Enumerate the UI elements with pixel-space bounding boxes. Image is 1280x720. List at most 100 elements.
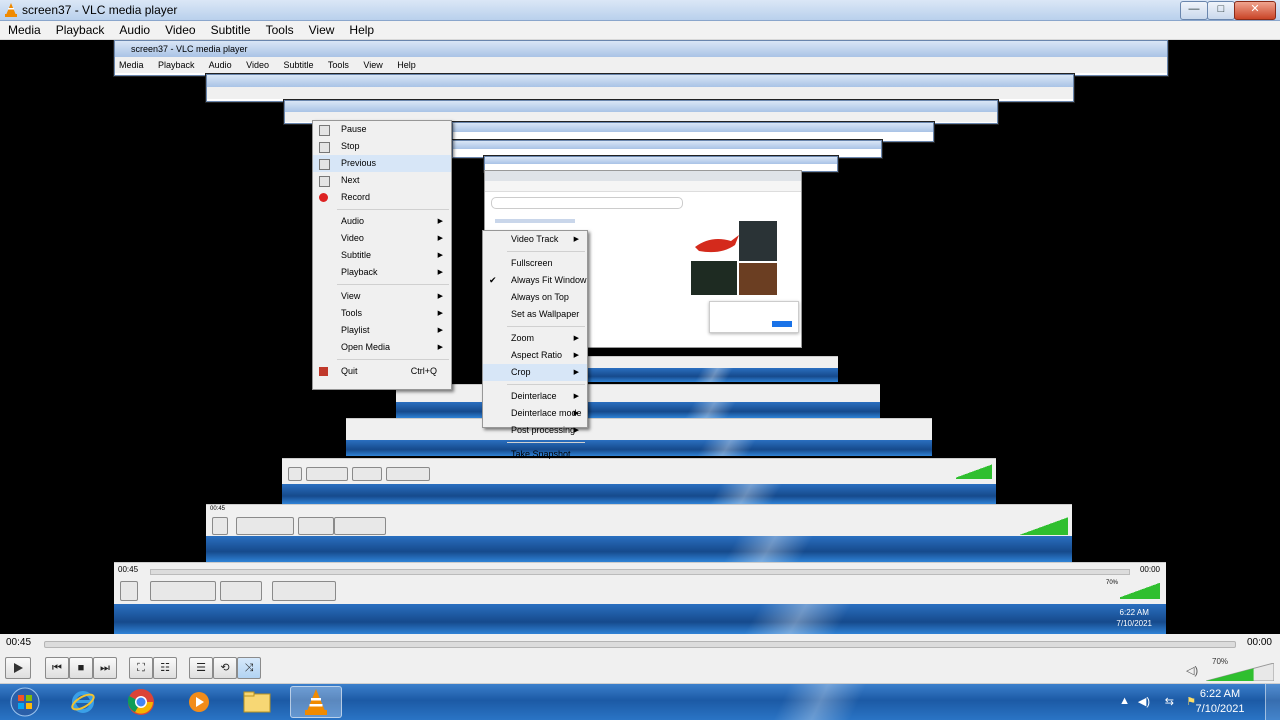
- video-submenu-label: Crop: [511, 367, 531, 377]
- nested-controls-3: [282, 458, 996, 485]
- video-submenu-item[interactable]: Deinterlace ▶: [483, 388, 587, 405]
- close-button[interactable]: ✕: [1234, 1, 1276, 20]
- context-menu-label: Tools: [341, 308, 363, 318]
- menu-view[interactable]: View: [301, 21, 342, 37]
- video-submenu-label: Always Fit Window: [511, 275, 587, 285]
- taskbar-vlc[interactable]: [290, 686, 342, 718]
- context-menu-item[interactable]: Previous: [313, 155, 451, 172]
- nested-taskbar-4: [346, 440, 932, 456]
- video-submenu-item[interactable]: Aspect Ratio ▶: [483, 347, 587, 364]
- video-area[interactable]: screen37 - VLC media player Media Playba…: [0, 40, 1280, 634]
- taskbar-file-explorer[interactable]: [234, 686, 280, 718]
- context-menu-label: View: [341, 291, 361, 301]
- nested-menu-item: View: [363, 60, 383, 70]
- volume-slider[interactable]: [1206, 663, 1274, 681]
- nested-taskbar-2: [206, 536, 1072, 562]
- nested-menu-item: Subtitle: [283, 60, 314, 70]
- menu-subtitle[interactable]: Subtitle: [203, 21, 258, 37]
- minimize-button[interactable]: —: [1180, 1, 1208, 20]
- nested-title: screen37 - VLC media player: [115, 41, 1167, 57]
- context-menu-item[interactable]: Pause: [313, 121, 451, 138]
- next-button[interactable]: ⏭: [93, 657, 117, 679]
- menu-video[interactable]: Video: [157, 21, 202, 37]
- video-submenu-label: Fullscreen: [511, 258, 553, 268]
- video-submenu-label: Aspect Ratio: [511, 350, 563, 360]
- context-menu-label: Playback: [341, 267, 378, 277]
- loop-button[interactable]: ⟲: [213, 657, 237, 679]
- menu-audio[interactable]: Audio: [111, 21, 157, 37]
- taskbar-chrome[interactable]: [118, 686, 164, 718]
- video-submenu-label: Take Snapshot: [511, 449, 571, 459]
- quit-icon: [319, 367, 328, 376]
- menu-separator: [507, 384, 585, 385]
- video-submenu-label: Zoom: [511, 333, 535, 343]
- seek-slider[interactable]: [44, 641, 1236, 648]
- context-menu-item[interactable]: Stop: [313, 138, 451, 155]
- video-submenu-item[interactable]: Always on Top: [483, 289, 587, 306]
- equalizer-icon: ☷: [160, 662, 170, 674]
- volume-tray-icon[interactable]: ◀): [1138, 695, 1150, 708]
- video-submenu-item[interactable]: Take Snapshot: [483, 446, 587, 463]
- context-menu-label: Quit: [341, 366, 358, 376]
- context-menu-label: Next: [341, 175, 360, 185]
- context-menu-item[interactable]: View ▶: [313, 288, 451, 305]
- submenu-arrow-icon: ▶: [437, 252, 443, 259]
- context-menu-item[interactable]: Video ▶: [313, 230, 451, 247]
- context-menu-item[interactable]: Tools ▶: [313, 305, 451, 322]
- context-menu: Pause Stop Previous Next Record Audio ▶ Video ▶ S…: [312, 120, 452, 390]
- start-button[interactable]: [2, 686, 48, 718]
- nested-controls-1: 00:45 00:00 70%: [114, 562, 1166, 605]
- extended-settings-button[interactable]: ☷: [153, 657, 177, 679]
- video-submenu-item[interactable]: Fullscreen: [483, 255, 587, 272]
- video-submenu-item[interactable]: ✔ Always Fit Window: [483, 272, 587, 289]
- context-menu-item[interactable]: Record: [313, 189, 451, 206]
- show-hidden-icons-icon[interactable]: ▲: [1119, 695, 1130, 707]
- speaker-icon[interactable]: ◁): [1186, 664, 1198, 677]
- video-submenu: Video Track ▶ Fullscreen ✔ Always Fit Window…: [482, 230, 588, 459]
- video-submenu-item[interactable]: Video Track ▶: [483, 231, 587, 248]
- nested-controls-5: [396, 384, 880, 403]
- previous-button[interactable]: ⏮: [45, 657, 69, 679]
- context-menu-item[interactable]: Open Media ▶: [313, 339, 451, 356]
- video-submenu-item[interactable]: Crop ▶: [483, 364, 587, 381]
- stop-button[interactable]: ■: [69, 657, 93, 679]
- context-menu-item[interactable]: Next: [313, 172, 451, 189]
- context-menu-item[interactable]: Playlist ▶: [313, 322, 451, 339]
- fullscreen-icon: ⛶: [137, 662, 145, 674]
- loop-icon: ⟲: [220, 662, 230, 674]
- next-icon: [319, 176, 330, 187]
- video-submenu-item[interactable]: Post processing ▶: [483, 422, 587, 439]
- maximize-button[interactable]: □: [1207, 1, 1235, 20]
- menu-media[interactable]: Media: [0, 21, 48, 37]
- record-icon: [319, 193, 328, 202]
- video-submenu-item[interactable]: Zoom ▶: [483, 330, 587, 347]
- nested-window-2: [206, 74, 1074, 102]
- show-desktop-button[interactable]: [1265, 684, 1280, 720]
- video-submenu-item[interactable]: Set as Wallpaper: [483, 306, 587, 323]
- context-menu-item[interactable]: Subtitle ▶: [313, 247, 451, 264]
- fullscreen-button[interactable]: ⛶: [129, 657, 153, 679]
- menu-playback[interactable]: Playback: [48, 21, 112, 37]
- window-title: screen37 - VLC media player: [22, 3, 178, 17]
- video-submenu-label: Post processing: [511, 425, 576, 435]
- play-button[interactable]: [5, 657, 31, 679]
- menu-tools[interactable]: Tools: [258, 21, 301, 37]
- taskbar-media-player[interactable]: [176, 686, 222, 718]
- video-submenu-label: Set as Wallpaper: [511, 309, 580, 319]
- network-tray-icon[interactable]: ⇆: [1165, 695, 1174, 708]
- taskbar-clock[interactable]: 6:22 AM 7/10/2021: [1190, 687, 1250, 717]
- shuffle-button[interactable]: ⤨: [237, 657, 261, 679]
- playlist-button[interactable]: ☰: [189, 657, 213, 679]
- taskbar-internet-explorer[interactable]: [60, 686, 106, 718]
- clock-date: 7/10/2021: [1195, 703, 1245, 715]
- context-menu-item[interactable]: Quit Ctrl+Q: [313, 363, 451, 380]
- nested-total: 00:00: [1139, 565, 1160, 574]
- context-menu-item[interactable]: Audio ▶: [313, 213, 451, 230]
- nested-menu-item: Playback: [158, 60, 195, 70]
- stop-icon: ■: [77, 662, 85, 674]
- context-menu-label: Pause: [341, 124, 367, 134]
- menu-help[interactable]: Help: [341, 21, 381, 37]
- video-submenu-item[interactable]: Deinterlace mode ▶: [483, 405, 587, 422]
- menu-separator: [337, 284, 449, 285]
- context-menu-item[interactable]: Playback ▶: [313, 264, 451, 281]
